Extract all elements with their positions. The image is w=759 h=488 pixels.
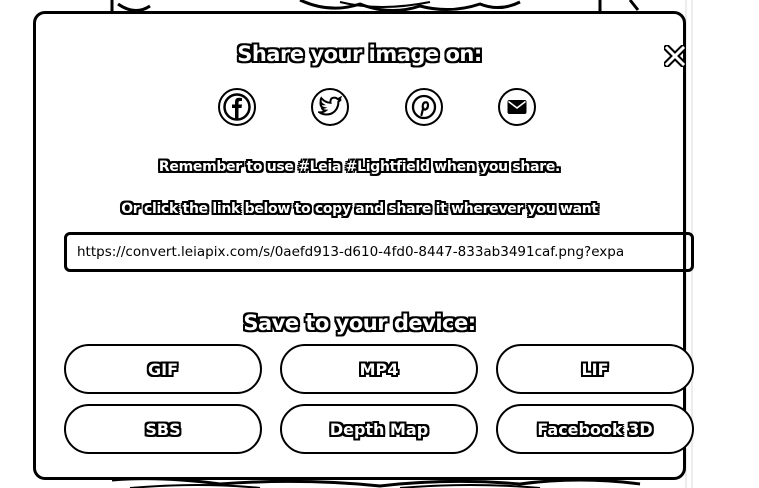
download-facebook-3d-button[interactable]: Facebook 3D: [496, 404, 694, 454]
share-title: Share your image on:: [237, 42, 482, 66]
share-modal: Share your image on: Remember to use #Le…: [33, 11, 694, 480]
download-depth-map-label: Depth Map: [329, 419, 429, 439]
download-gif-label: GIF: [147, 359, 178, 379]
pinterest-icon: [411, 94, 437, 120]
twitter-share-button[interactable]: [311, 88, 349, 126]
facebook-share-button[interactable]: [218, 88, 256, 126]
download-sbs-button[interactable]: SBS: [64, 404, 262, 454]
email-share-button[interactable]: [498, 88, 536, 126]
close-icon: [662, 43, 688, 69]
share-link-input[interactable]: [77, 244, 681, 260]
download-lif-button[interactable]: LIF: [496, 344, 694, 394]
download-depth-map-button[interactable]: Depth Map: [280, 404, 478, 454]
close-button[interactable]: [662, 43, 688, 69]
download-mp4-button[interactable]: MP4: [280, 344, 478, 394]
download-sbs-label: SBS: [145, 419, 181, 439]
email-icon: [507, 100, 527, 114]
download-mp4-label: MP4: [359, 359, 399, 379]
download-lif-label: LIF: [581, 359, 609, 379]
pinterest-share-button[interactable]: [405, 88, 443, 126]
copy-link-hint: Or click the link below to copy and shar…: [121, 201, 598, 217]
hashtag-reminder: Remember to use #Leia #Lightfield when y…: [158, 159, 561, 175]
twitter-icon: [318, 96, 342, 116]
facebook-icon: [223, 93, 251, 121]
share-link-field[interactable]: [64, 232, 694, 272]
save-title: Save to your device:: [243, 311, 476, 335]
download-facebook-3d-label: Facebook 3D: [537, 419, 653, 439]
download-gif-button[interactable]: GIF: [64, 344, 262, 394]
